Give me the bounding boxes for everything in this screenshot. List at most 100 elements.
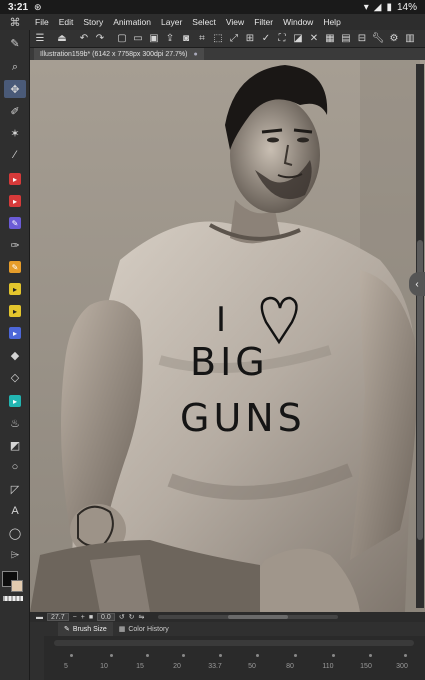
hamburger-icon[interactable]: ☰ [33, 32, 47, 46]
size-label[interactable]: 300 [396, 663, 408, 670]
menu-view[interactable]: View [221, 17, 249, 27]
preset-dot[interactable] [332, 654, 335, 657]
document-tab[interactable]: Illustration159b* (6142 x 7758px 300dpi … [34, 48, 204, 60]
size-label[interactable]: 50 [248, 663, 256, 670]
size-label[interactable]: 20 [173, 663, 181, 670]
layout-icon[interactable]: ▥ [403, 32, 417, 46]
fill-selection-icon[interactable]: ▦ [323, 32, 337, 46]
size-label[interactable]: 33.7 [208, 663, 222, 670]
transparent-color-swatch[interactable] [3, 596, 23, 601]
grid-icon[interactable]: ⊞ [243, 32, 257, 46]
balloon-icon[interactable]: ◯ [4, 524, 26, 542]
sub-color-swatch[interactable] [11, 580, 23, 592]
menu-animation[interactable]: Animation [108, 17, 156, 27]
canvas-area[interactable]: I BIG GUNS [30, 60, 425, 612]
clear-icon[interactable]: ⏏ [55, 32, 69, 46]
rotate-right-icon[interactable]: ↻ [129, 613, 135, 621]
menu-select[interactable]: Select [187, 17, 221, 27]
brush-tool-icon[interactable]: ✎ [4, 214, 26, 232]
menu-story[interactable]: Story [78, 17, 108, 27]
eyedropper-icon[interactable]: ⁄ [4, 146, 26, 164]
crop-icon[interactable]: ⌗ [195, 32, 209, 46]
size-label[interactable]: 5 [64, 663, 68, 670]
panel-collapse-icon[interactable]: ‹ [409, 272, 425, 296]
document-tab-title: Illustration159b* (6142 x 7758px 300dpi … [40, 50, 188, 58]
menu-layer[interactable]: Layer [156, 17, 187, 27]
zoom-icon[interactable]: ⌕ [4, 58, 26, 76]
redo-icon[interactable]: ↷ [93, 32, 107, 46]
tab-brush-size[interactable]: ✎ Brush Size [58, 622, 113, 636]
flip-icon[interactable]: ⇋ [139, 613, 145, 621]
size-label[interactable]: 150 [360, 663, 372, 670]
preset-dot[interactable] [369, 654, 372, 657]
horizontal-scrollbar[interactable] [158, 615, 339, 619]
settings-icon[interactable]: ⚙ [387, 32, 401, 46]
clear-selection-icon[interactable]: ▤ [339, 32, 353, 46]
size-label[interactable]: 10 [100, 663, 108, 670]
zoom-in-icon[interactable]: + [81, 614, 85, 621]
wrench-icon[interactable]: 🔧︎ [371, 32, 385, 46]
camera-icon[interactable]: ◙ [179, 32, 193, 46]
zoom-slider-icon[interactable]: ▬ [36, 614, 43, 621]
vertical-scrollbar[interactable] [416, 64, 424, 608]
zoom-value[interactable]: 27.7 [47, 613, 69, 621]
preset-dot[interactable] [182, 654, 185, 657]
text-tool-icon[interactable]: A [4, 502, 26, 520]
scale-icon[interactable]: ⤢ [227, 32, 241, 46]
deselect-icon[interactable]: ✕ [307, 32, 321, 46]
magic-wand-icon[interactable]: ✶ [4, 124, 26, 142]
rotation-value[interactable]: 0.0 [97, 613, 115, 621]
size-label[interactable]: 80 [286, 663, 294, 670]
fill-icon[interactable]: ◩ [4, 436, 26, 454]
preset-dot[interactable] [256, 654, 259, 657]
export-icon[interactable]: ⇪ [163, 32, 177, 46]
menu-window[interactable]: Window [278, 17, 318, 27]
preset-dot[interactable] [110, 654, 113, 657]
correction-icon[interactable]: ⌲ [4, 546, 26, 564]
wifi-icon: ▾ [363, 1, 369, 13]
pen-pressure-icon[interactable]: ✎ [4, 34, 26, 52]
airbrush-icon[interactable]: ✑ [4, 236, 26, 254]
undo-icon[interactable]: ↶ [77, 32, 91, 46]
menu-filter[interactable]: Filter [249, 17, 278, 27]
tab-color-history[interactable]: ▦ Color History [113, 622, 175, 636]
rotate-left-icon[interactable]: ↺ [119, 613, 125, 621]
custom-brush-2-icon[interactable]: ▸ [4, 302, 26, 320]
blend-icon[interactable]: ♨ [4, 414, 26, 432]
ruler-tool-icon[interactable]: ◸ [4, 480, 26, 498]
preset-dot[interactable] [70, 654, 73, 657]
size-label[interactable]: 15 [136, 663, 144, 670]
eyedropper-alt-icon[interactable]: ✐ [4, 102, 26, 120]
pen-tool-icon[interactable]: ▸ [4, 170, 26, 188]
brush-size-slider[interactable] [54, 640, 414, 646]
menu-help[interactable]: Help [318, 17, 345, 27]
preset-dot[interactable] [146, 654, 149, 657]
new-file-icon[interactable]: ▢ [115, 32, 129, 46]
check-icon[interactable]: ✓ [259, 32, 273, 46]
preset-dot[interactable] [404, 654, 407, 657]
selection-icon[interactable]: ⛶ [275, 32, 289, 46]
menu-edit[interactable]: Edit [54, 17, 79, 27]
transform-icon[interactable]: ⬚ [211, 32, 225, 46]
size-label[interactable]: 110 [322, 663, 333, 670]
eraser-icon[interactable]: ◆ [4, 346, 26, 364]
figure-icon[interactable]: ○ [4, 458, 26, 476]
custom-brush-3-icon[interactable]: ▸ [4, 324, 26, 342]
invert-selection-icon[interactable]: ◪ [291, 32, 305, 46]
menu-file[interactable]: File [30, 17, 54, 27]
save-icon[interactable]: ▣ [147, 32, 161, 46]
soft-eraser-icon[interactable]: ◇ [4, 368, 26, 386]
app-logo-icon[interactable]: ⌘ [0, 16, 30, 29]
fit-icon[interactable]: ■ [89, 614, 93, 621]
decoration-tool-icon[interactable]: ✎ [4, 258, 26, 276]
close-tab-icon[interactable]: ● [194, 51, 198, 58]
custom-brush-1-icon[interactable]: ▸ [4, 280, 26, 298]
open-folder-icon[interactable]: ▭ [131, 32, 145, 46]
custom-brush-4-icon[interactable]: ▸ [4, 392, 26, 410]
pencil-tool-icon[interactable]: ▸ [4, 192, 26, 210]
preset-dot[interactable] [219, 654, 222, 657]
ruler-icon[interactable]: ⊟ [355, 32, 369, 46]
preset-dot[interactable] [294, 654, 297, 657]
zoom-out-icon[interactable]: − [73, 614, 77, 621]
move-icon[interactable]: ✥ [4, 80, 26, 98]
